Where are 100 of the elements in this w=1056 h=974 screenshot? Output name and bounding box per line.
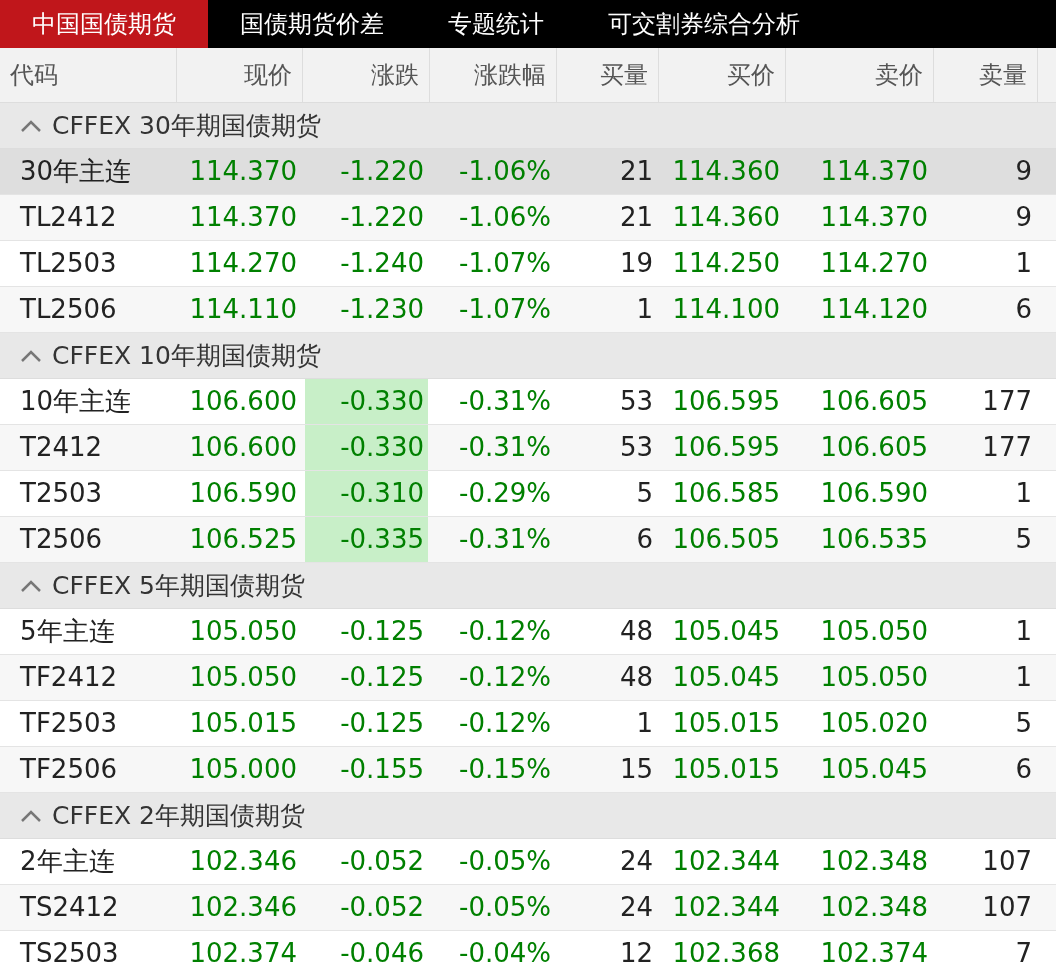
- column-header[interactable]: 涨跌幅: [430, 48, 557, 102]
- group-title: CFFEX 5年期国债期货: [52, 570, 305, 602]
- column-header[interactable]: 卖价: [786, 48, 934, 102]
- table-cell-text: 107: [981, 845, 1033, 878]
- table-cell-text: 114.120: [819, 293, 929, 326]
- tab[interactable]: 可交割券综合分析: [576, 0, 832, 48]
- table-cell-text: 1: [1014, 247, 1033, 280]
- table-cell-text: T2412: [19, 431, 104, 464]
- table-cell-text: 1: [1014, 661, 1033, 694]
- group-header[interactable]: CFFEX 30年期国债期货: [0, 103, 1056, 149]
- table-cell-text: 102.348: [819, 845, 929, 878]
- table-row[interactable]: TL2412 114.370 -1.220 -1.06% 21 114.360 114.370 9: [0, 195, 1056, 241]
- table-cell-text: 105.000: [188, 753, 298, 786]
- table-cell-text: 48: [618, 661, 654, 694]
- tab[interactable]: 中国国债期货: [0, 0, 208, 48]
- table-row[interactable]: 30年主连 114.370 -1.220 -1.06% 21 114.360 114.370 9: [0, 149, 1056, 195]
- table-cell-text: 5: [1014, 707, 1033, 740]
- table-cell-text: TF2506: [19, 753, 118, 786]
- table-cell-text: -1.06%: [458, 201, 552, 234]
- table-cell-text: 102.374: [819, 937, 929, 970]
- table-row[interactable]: T2412 106.600 -0.330 -0.31% 53 106.595 106.605 177: [0, 425, 1056, 471]
- table-row[interactable]: TL2506 114.110 -1.230 -1.07% 1 114.100 114.120 6: [0, 287, 1056, 333]
- table-cell-text: -0.05%: [458, 891, 552, 924]
- table-cell-text: 105.045: [671, 661, 781, 694]
- table-cell-text: 48: [618, 615, 654, 648]
- group-header[interactable]: CFFEX 2年期国债期货: [0, 793, 1056, 839]
- table-cell-text: 24: [618, 891, 654, 924]
- table-cell-text: TS2412: [19, 891, 120, 924]
- table-cell-text: 15: [618, 753, 654, 786]
- table-cell-text: 5: [1014, 523, 1033, 556]
- table-cell-text: -0.052: [339, 891, 425, 924]
- tab[interactable]: 国债期货价差: [208, 0, 416, 48]
- tab[interactable]: 专题统计: [416, 0, 576, 48]
- group-title: CFFEX 2年期国债期货: [52, 800, 305, 832]
- table-cell-text: 106.595: [671, 431, 781, 464]
- table-cell-text: -1.06%: [458, 155, 552, 188]
- table-cell-text: 102.348: [819, 891, 929, 924]
- table-cell-text: 1: [635, 707, 654, 740]
- table-cell-text: 5: [635, 477, 654, 510]
- table-cell-text: 1: [1014, 477, 1033, 510]
- table-cell-text: TF2503: [19, 707, 118, 740]
- table-cell-text: -0.31%: [458, 523, 552, 556]
- table-cell-text: 106.595: [671, 385, 781, 418]
- table-cell-text: 114.100: [671, 293, 781, 326]
- table-cell-text: 53: [618, 385, 654, 418]
- table-cell-text: -0.31%: [458, 431, 552, 464]
- table-cell-text: 106.585: [671, 477, 781, 510]
- table-cell-text: 106.605: [819, 431, 929, 464]
- table-cell-text: 12: [618, 937, 654, 970]
- table-cell-text: 19: [618, 247, 654, 280]
- table-cell-text: 53: [618, 431, 654, 464]
- table-cell-text: T2503: [19, 477, 104, 510]
- table-cell-text: 106.535: [819, 523, 929, 556]
- table-row[interactable]: TF2412 105.050 -0.125 -0.12% 48 105.045 105.050 1: [0, 655, 1056, 701]
- table-cell-text: 1: [635, 293, 654, 326]
- group-header[interactable]: CFFEX 10年期国债期货: [0, 333, 1056, 379]
- table-cell-text: 30年主连: [19, 155, 133, 188]
- table-cell-text: 21: [618, 155, 654, 188]
- column-header[interactable]: 现价: [177, 48, 303, 102]
- table-cell-text: 6: [1014, 753, 1033, 786]
- table-cell-text: 114.270: [188, 247, 298, 280]
- table-cell-text: TL2506: [19, 293, 118, 326]
- table-cell: -0.310: [305, 471, 428, 516]
- group-title: CFFEX 30年期国债期货: [52, 110, 321, 142]
- table-cell-text: -0.29%: [458, 477, 552, 510]
- table-cell-text: -0.12%: [458, 707, 552, 740]
- chevron-icon[interactable]: [20, 808, 42, 823]
- group-header[interactable]: CFFEX 5年期国债期货: [0, 563, 1056, 609]
- table-row[interactable]: TS2412 102.346 -0.052 -0.05% 24 102.344 102.348 107: [0, 885, 1056, 931]
- column-header[interactable]: 买价: [659, 48, 786, 102]
- column-header[interactable]: 买量: [557, 48, 659, 102]
- table-cell-text: 1: [1014, 615, 1033, 648]
- chevron-icon[interactable]: [20, 118, 42, 133]
- table-cell-text: -0.125: [339, 707, 425, 740]
- table-cell-text: 114.370: [188, 201, 298, 234]
- table-cell-text: 114.250: [671, 247, 781, 280]
- table-cell-text: -1.07%: [458, 293, 552, 326]
- table-cell-text: -0.04%: [458, 937, 552, 970]
- table-row[interactable]: TF2506 105.000 -0.155 -0.15% 15 105.015 105.045 6: [0, 747, 1056, 793]
- table-cell-text: -0.125: [339, 661, 425, 694]
- column-header[interactable]: 涨跌: [303, 48, 430, 102]
- chevron-icon[interactable]: [20, 348, 42, 363]
- table-cell-text: 102.368: [671, 937, 781, 970]
- table-cell-text: 106.505: [671, 523, 781, 556]
- table-cell-text: 102.344: [671, 891, 781, 924]
- table-cell-text: 24: [618, 845, 654, 878]
- table-cell-text: 114.370: [819, 155, 929, 188]
- table-cell-text: T2506: [19, 523, 104, 556]
- table-cell-text: 105.020: [819, 707, 929, 740]
- column-header[interactable]: 代码: [0, 48, 177, 102]
- table-cell-text: -1.220: [339, 201, 425, 234]
- table-cell-text: 2年主连: [19, 845, 116, 878]
- table-row[interactable]: T2506 106.525 -0.335 -0.31% 6 106.505 106.535 5: [0, 517, 1056, 563]
- table-row[interactable]: TS2503 102.374 -0.046 -0.04% 12 102.368 102.374 7: [0, 931, 1056, 974]
- table-cell-text: 102.374: [188, 937, 298, 970]
- chevron-icon[interactable]: [20, 578, 42, 593]
- table-cell-text: 105.045: [819, 753, 929, 786]
- group-title: CFFEX 10年期国债期货: [52, 340, 321, 372]
- column-header[interactable]: 卖量: [934, 48, 1038, 102]
- table-cell-text: 114.110: [188, 293, 298, 326]
